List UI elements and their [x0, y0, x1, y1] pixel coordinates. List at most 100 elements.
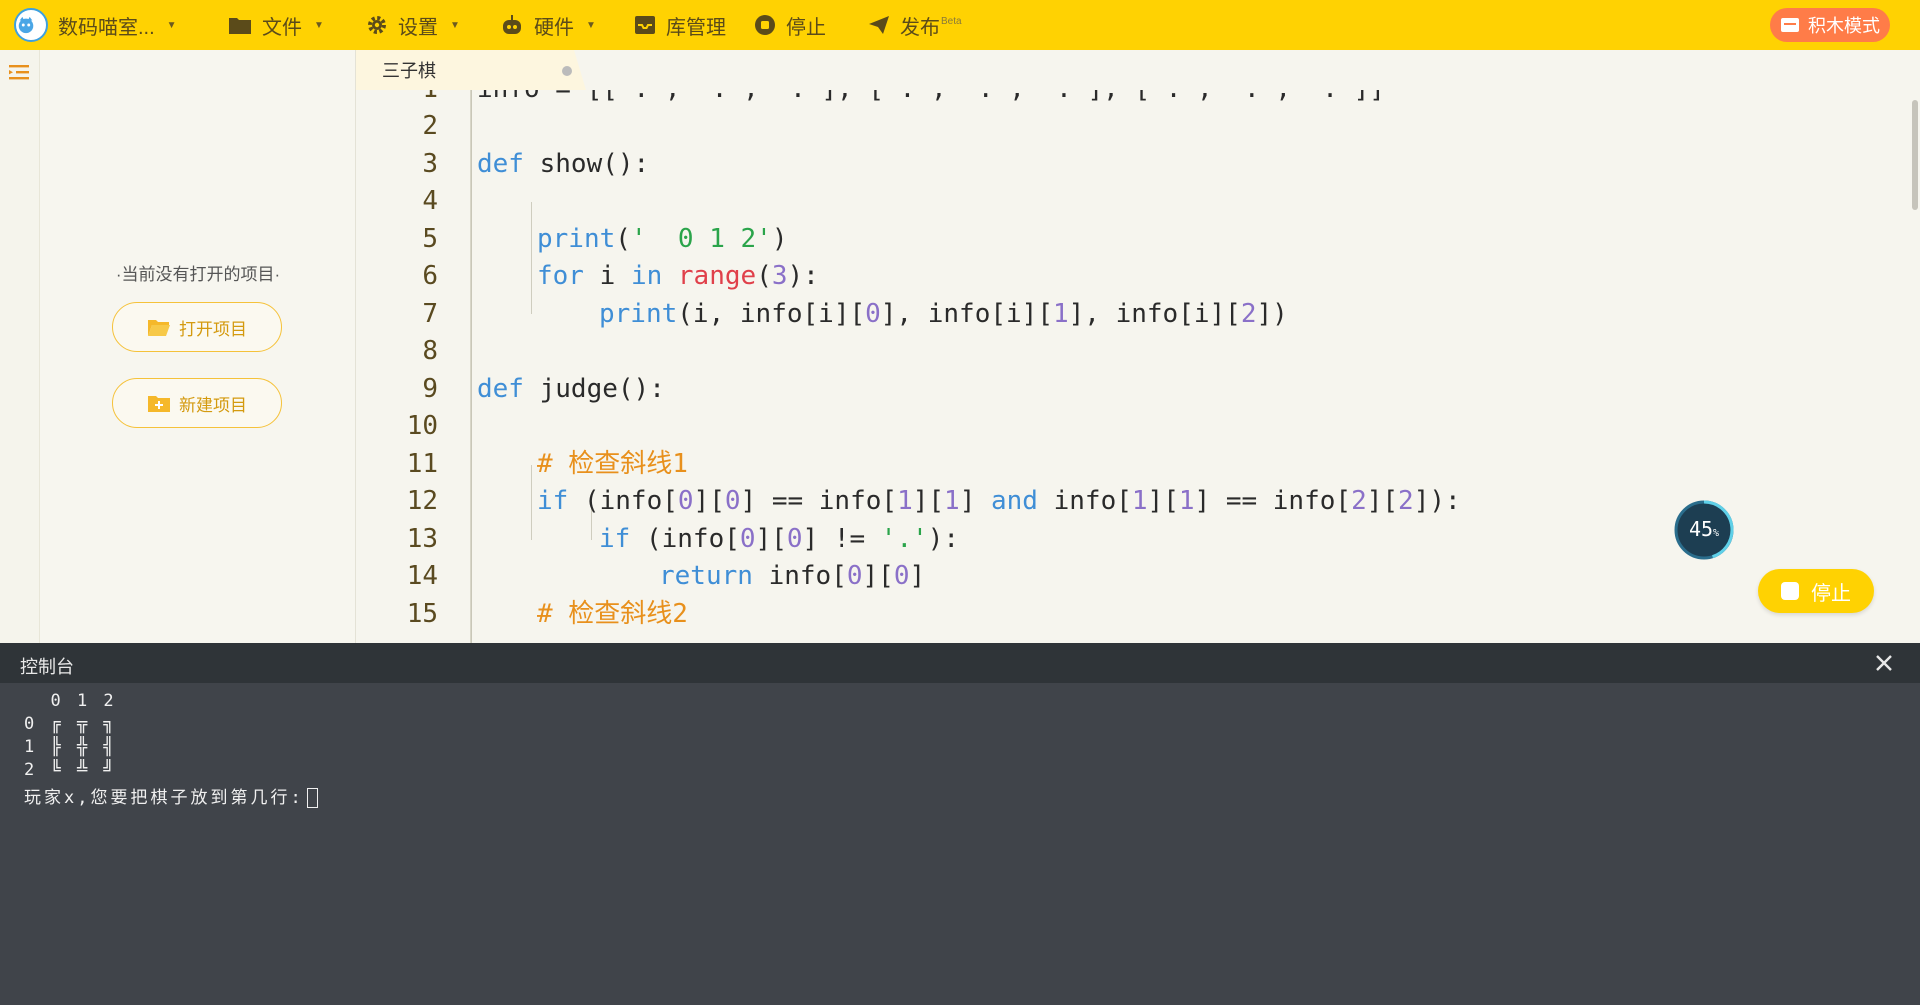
line-number: 10 [406, 411, 438, 441]
line-number: 7 [422, 299, 438, 329]
number-token: 2 [1351, 486, 1367, 516]
console-title: 控制台 [20, 657, 74, 677]
console-input-prompt[interactable]: 玩家x,您要把棋子放到第几行: [24, 783, 318, 808]
number-token: 0 [865, 299, 881, 329]
progress-ring: 45% [1674, 500, 1734, 560]
line-number-gutter: 1 2 3 4 5 6 7 8 9 10 11 12 13 14 15 [356, 90, 456, 643]
console-line: 0 1 2 [24, 691, 117, 711]
indent-guide [471, 90, 472, 643]
folder-icon [229, 18, 251, 34]
code-token: (info[ [568, 486, 678, 516]
code-token: ], info[i][ [880, 299, 1053, 329]
number-token: 3 [771, 261, 788, 291]
code-token: ] == info[ [740, 486, 898, 516]
code-token: ][ [862, 561, 894, 591]
indent-guide [531, 202, 532, 314]
settings-menu[interactable]: 设置 ▼ [366, 0, 460, 50]
string-token: '.' [880, 524, 928, 554]
code-line-13: if (info[0][0] != '.'): [599, 521, 959, 559]
blocks-mode-button[interactable]: 积木模式 [1770, 8, 1890, 42]
stop-button[interactable]: 停止 [754, 0, 826, 50]
open-project-label: 打开项目 [179, 319, 247, 339]
unsaved-dot-icon[interactable] [562, 66, 572, 76]
new-project-button[interactable]: 新建项目 [112, 378, 282, 428]
keyword-token: and [991, 486, 1038, 516]
text-cursor [306, 788, 318, 808]
keyword-token: for [537, 261, 584, 291]
line-number: 8 [422, 336, 438, 366]
gear-icon [368, 16, 386, 34]
code-token: ): [927, 524, 960, 554]
console-line: 0 ╔ ╦ ╗ [24, 714, 117, 734]
keyword-token: if [537, 486, 569, 516]
number-token: 0 [786, 524, 803, 554]
code-token: ][ [1366, 486, 1399, 516]
number-token: 1 [1131, 486, 1148, 516]
code-line-14: return info[0][0] [659, 558, 925, 596]
number-token: 2 [1398, 486, 1414, 516]
code-token: ] == info[ [1194, 486, 1352, 516]
publish-button[interactable]: 发布 Beta [868, 0, 962, 50]
code-token: info[ [752, 561, 847, 591]
progress-unit: % [1713, 528, 1720, 539]
close-icon[interactable] [1872, 651, 1896, 675]
floating-stop-button[interactable]: 停止 [1758, 569, 1874, 613]
library-manager-button[interactable]: 库管理 [634, 0, 726, 50]
library-manager-label: 库管理 [666, 16, 726, 39]
code-line-12: if (info[0][0] == info[1][1] and info[1]… [537, 483, 1461, 521]
line-number: 13 [406, 524, 438, 554]
builtin-token: print [599, 299, 678, 329]
hardware-menu[interactable]: 硬件 ▼ [500, 0, 596, 50]
blocks-icon [1781, 18, 1799, 32]
string-token: ' 0 1 2' [630, 224, 772, 254]
number-token: 0 [724, 486, 741, 516]
code-token: ][ [755, 524, 787, 554]
code-token: show(): [523, 149, 650, 179]
code-area[interactable]: info = [['.', '.', '.'], ['.', '.', '.']… [470, 90, 1870, 643]
code-line-7: print(i, info[i][0], info[i][1], info[i]… [599, 296, 1288, 334]
line-number: 12 [406, 486, 438, 516]
file-menu[interactable]: 文件 ▼ [228, 0, 324, 50]
chevron-down-icon: ▼ [450, 19, 460, 31]
line-number: 15 [406, 599, 438, 629]
chevron-down-icon: ▼ [166, 19, 177, 31]
code-line-9: def judge(): [477, 371, 665, 409]
brand-menu[interactable]: 数码喵室... ▼ [14, 0, 177, 50]
line-number: 5 [422, 224, 438, 254]
brand-label: 数码喵室... [58, 16, 155, 39]
code-line-11: # 检查斜线1 [537, 449, 688, 479]
tab-sanziqi[interactable]: 三子棋 [356, 50, 586, 90]
publish-button-label: 发布 [900, 16, 940, 39]
beta-badge: Beta [941, 15, 962, 27]
keyword-token: return [659, 561, 753, 591]
keyword-token: def [477, 374, 524, 404]
open-project-button[interactable]: 打开项目 [112, 302, 282, 352]
paper-plane-icon [869, 16, 889, 34]
code-token: ( [615, 224, 631, 254]
sidebar-toggle-icon[interactable] [8, 62, 30, 87]
chevron-down-icon: ▼ [314, 19, 324, 31]
keyword-token: def [477, 149, 524, 179]
code-token: ( [756, 261, 772, 291]
code-token: ): [787, 261, 819, 291]
line-number: 11 [406, 449, 438, 479]
blocks-mode-label: 积木模式 [1808, 16, 1880, 36]
hardware-menu-label: 硬件 [534, 16, 574, 39]
code-token: judge(): [523, 374, 665, 404]
keyword-token: in [630, 261, 663, 291]
side-strip [0, 50, 40, 643]
code-token: ], info[i][ [1068, 299, 1241, 329]
keyword-token: if [599, 524, 631, 554]
code-line-6: for i in range(3): [537, 258, 819, 296]
code-editor[interactable]: 1 2 3 4 5 6 7 8 9 10 11 12 13 14 15 info… [356, 90, 1920, 643]
console-output[interactable]: 0 1 2 0 ╔ ╦ ╗ 1 ╠ ╬ ╣ 2 ╚ ╩ ╝ 玩家x,您要把棋子放… [0, 683, 1920, 1005]
code-line-15: # 检查斜线2 [537, 599, 688, 629]
console-line: 2 ╚ ╩ ╝ [24, 760, 117, 780]
number-token: 2 [1240, 299, 1257, 329]
line-number: 1 [356, 90, 438, 109]
code-token: ]): [1413, 486, 1461, 516]
editor-scrollbar[interactable] [1912, 100, 1918, 210]
open-folder-icon [148, 320, 170, 336]
stop-square-icon [1781, 582, 1799, 600]
